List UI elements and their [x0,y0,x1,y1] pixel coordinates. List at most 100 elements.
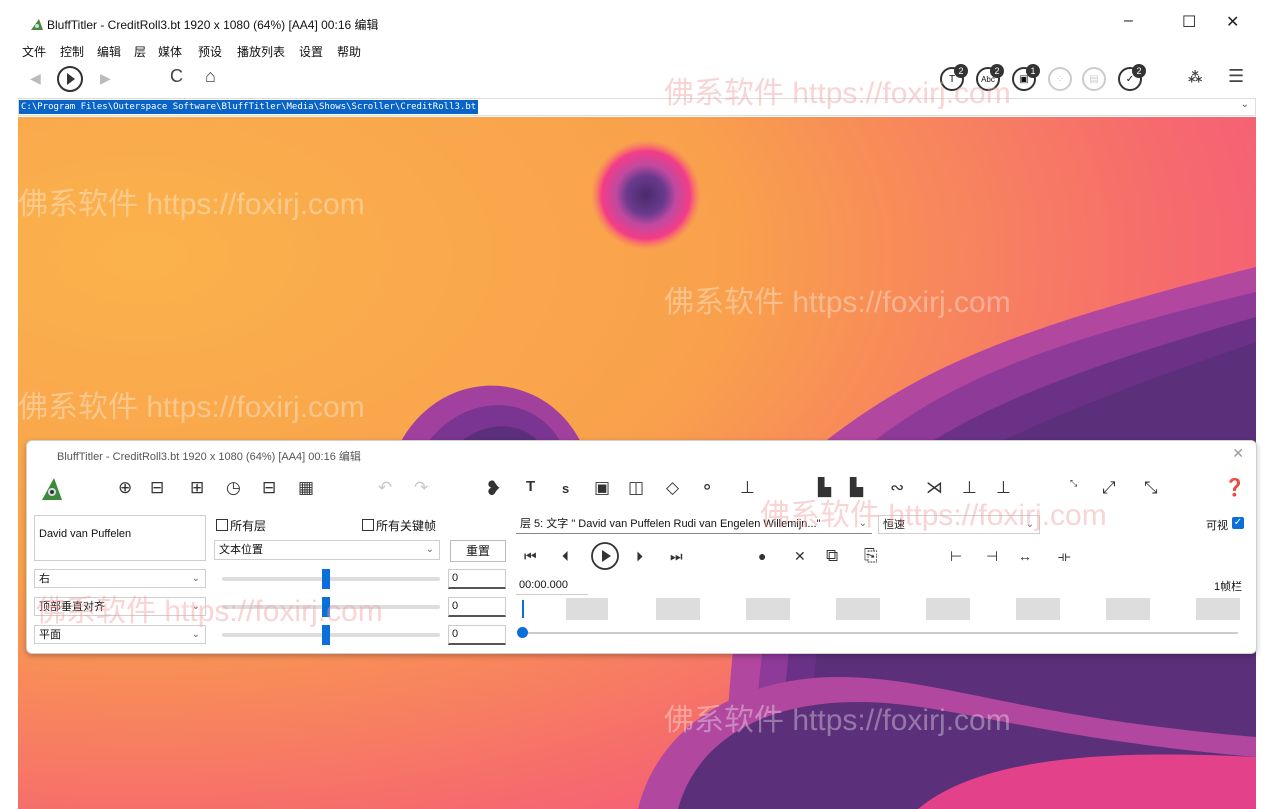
path-value: C:\Program Files\Outerspace Software\Blu… [19,100,479,114]
go-end-icon[interactable]: ⊣ [986,548,998,565]
frames-label: 1帧栏 [1214,581,1243,593]
window-title: BluffTitler - CreditRoll3.bt 1920 x 1080… [47,18,379,32]
track-block [566,598,608,620]
track-block [1196,598,1240,620]
time-input[interactable]: 00:00.000 [516,577,588,595]
value-x-input[interactable]: 0 [448,569,506,589]
track-block [1106,598,1150,620]
delete-key-icon[interactable]: ✕ [794,548,806,565]
property-value: 文本位置 [219,544,263,556]
undo-icon[interactable]: ↶ [378,478,392,498]
help-icon[interactable]: ❓ [1224,478,1245,498]
time-scrubber[interactable] [522,632,1238,634]
all-layers-checkbox[interactable]: 所有层 [216,517,266,534]
menu-playlist[interactable]: 播放列表 [237,43,285,60]
menu-control[interactable]: 控制 [60,43,84,60]
visible-checkbox[interactable]: ✓ [1232,517,1244,529]
watermark-text: 佛系软件 https://foxirj.com [760,499,1107,532]
track-block [656,598,700,620]
reset-button[interactable]: 重置 [450,540,506,562]
menu-bar [0,36,1274,60]
property-select[interactable]: 文本位置 ⌄ [214,540,440,560]
particles-icon[interactable]: ⚬ [700,478,714,498]
timeline-track[interactable] [518,598,1240,620]
panel-close-button[interactable]: ✕ [1232,445,1244,462]
skip-end-icon[interactable]: ⏭ [670,548,683,565]
hamburger-menu-icon[interactable]: ☰ [1228,66,1244,87]
time-scrubber-thumb[interactable] [517,627,528,638]
picture-icon[interactable]: ▣ [594,478,610,498]
home-icon[interactable]: ⌂ [205,66,216,87]
chevron-down-icon: ⌄ [425,544,434,555]
step-back-icon[interactable]: ⏴ [562,548,569,565]
forward-icon[interactable]: ▶ [100,70,111,87]
watermark-text: 佛系软件 https://foxirj.com [664,77,1011,110]
go-start-icon[interactable]: ⊢ [950,548,962,565]
frame-icon[interactable]: ⊞ [190,478,204,498]
title-bar: BluffTitler - CreditRoll3.bt 1920 x 1080… [0,0,1274,37]
redo-icon[interactable]: ↷ [414,478,428,498]
copy-key-icon[interactable]: ⧉ [826,546,838,566]
maximize-button[interactable]: ☐ [1182,12,1196,32]
track-block [836,598,880,620]
all-keyframes-label: 所有关键帧 [376,519,437,533]
disabled-layer-icon[interactable]: ⁘ [1048,67,1072,91]
watermark-text: 佛系软件 https://foxirj.com [664,704,1011,737]
menu-presets[interactable]: 预设 [198,43,222,60]
slider-z[interactable] [222,633,440,637]
menu-help[interactable]: 帮助 [337,43,361,60]
minimize-button[interactable]: – [1124,12,1133,30]
text-fit-icon[interactable]: ⤡ [1070,478,1077,489]
play-panel-icon[interactable] [590,541,620,571]
export-folder-icon[interactable]: ⊟ [262,478,276,498]
text-value-field[interactable]: David van Puffelen [34,515,206,561]
eraser-icon[interactable]: ◇ [666,478,679,498]
path-combobox[interactable]: C:\Program Files\Outerspace Software\Blu… [18,98,1256,116]
skip-start-icon[interactable]: ⏮ [524,548,537,565]
paste-key-icon[interactable]: ⎘ [864,546,878,566]
timeline-cursor[interactable] [522,600,524,618]
value-y-input[interactable]: 0 [448,597,506,617]
open-folder-icon[interactable]: ⊟ [150,478,164,498]
align-h-value: 右 [39,573,50,585]
split-icon[interactable]: ⟛ [1058,548,1071,565]
refresh-icon[interactable]: C [170,66,183,87]
wand-icon[interactable]: ⤡ [1144,478,1158,498]
menu-settings[interactable]: 设置 [299,43,323,60]
text-icon[interactable]: T [526,478,535,495]
play-icon[interactable] [56,65,84,93]
wand-layer-icon[interactable]: ✓ 2 [1118,64,1146,91]
film-icon[interactable]: ▦ [298,478,314,498]
cube-icon[interactable]: ◫ [628,478,644,498]
watermark-text: 佛系软件 https://foxirj.com [664,286,1011,319]
menu-media[interactable]: 媒体 [158,43,182,60]
app-logo-icon [42,478,62,500]
menu-edit[interactable]: 编辑 [97,43,121,60]
menu-file[interactable]: 文件 [22,43,46,60]
all-layers-label: 所有层 [230,519,267,533]
close-button[interactable]: ✕ [1226,12,1239,32]
all-keyframes-checkbox[interactable]: 所有关键帧 [362,517,436,534]
app-icon [31,19,43,30]
back-icon[interactable]: ◀ [30,70,41,87]
plane-value: 平面 [39,629,61,641]
watermark-text: 佛系软件 https://foxirj.com [18,391,365,424]
small-text-icon[interactable]: s [562,481,569,496]
image-layer-icon[interactable]: ▣ 1 [1012,64,1040,91]
chevron-down-icon[interactable]: ⌄ [1241,99,1249,110]
slider-x[interactable] [222,577,440,581]
track-block [746,598,790,620]
step-forward-icon[interactable]: ⏵ [636,548,643,565]
track-block [926,598,970,620]
align-icon[interactable]: ⊥ [740,478,755,498]
record-key-icon[interactable]: ● [758,548,766,564]
users-icon[interactable]: ⁂ [1188,69,1202,86]
add-icon[interactable]: ⊕ [118,478,132,498]
menu-layer[interactable]: 层 [134,43,146,60]
clock-icon[interactable]: ◷ [226,478,241,498]
range-icon[interactable]: ↔ [1018,548,1032,564]
watermark-text: 佛系软件 https://foxirj.com [18,188,365,221]
paint-icon[interactable]: ❥ [485,476,502,501]
value-z-input[interactable]: 0 [448,625,506,645]
disabled-layer2-icon[interactable]: ▤ [1082,67,1106,91]
